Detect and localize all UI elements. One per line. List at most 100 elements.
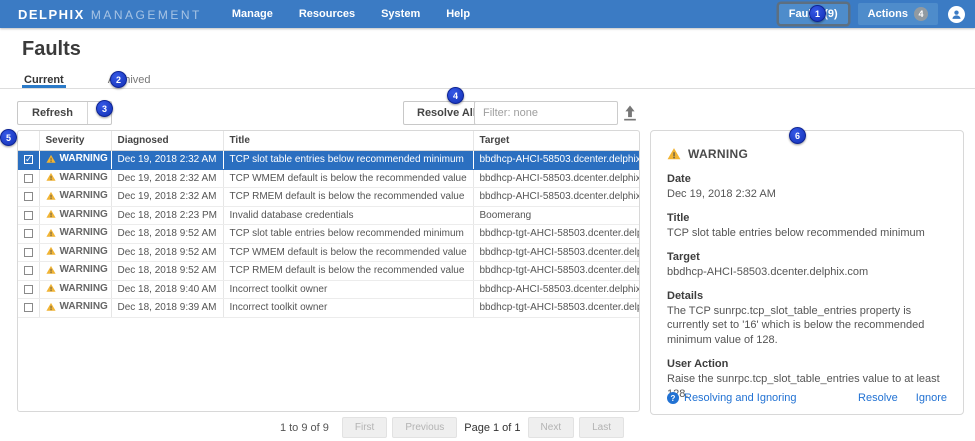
delphix-logo: DELPHIX MANAGEMENT [18,7,202,22]
export-icon[interactable] [620,103,640,123]
actions-count-badge: 4 [914,7,928,21]
diagnosed-cell: Dec 18, 2018 2:23 PM [111,206,223,225]
detail-field: Target bbdhcp-AHCI-58503.dcenter.delphix… [667,251,947,280]
faults-table-header: Severity Diagnosed Title Target [18,131,639,151]
detail-field-value: TCP slot table entries below recommended… [667,226,947,241]
panel-footer: ? Resolving and Ignoring Resolve Ignore [667,392,947,404]
resolving-ignoring-help-link[interactable]: ? Resolving and Ignoring [667,392,797,404]
severity-cell: WARNING [60,246,108,257]
severity-cell: WARNING [60,264,108,275]
row-checkbox[interactable] [24,155,33,164]
pagination-range: 1 to 9 of 9 [280,422,329,434]
callout-badge-5: 5 [0,129,17,146]
diagnosed-cell: Dec 19, 2018 2:32 AM [111,188,223,207]
table-row[interactable]: WARNING Dec 18, 2018 9:52 AM TCP WMEM de… [18,243,639,262]
column-severity[interactable]: Severity [46,135,85,146]
title-cell: TCP RMEM default is below the recommende… [223,262,473,281]
table-row[interactable]: WARNING Dec 18, 2018 9:39 AM Incorrect t… [18,299,639,318]
warning-icon [46,172,56,182]
top-menu: Manage Resources System Help [232,8,470,20]
faults-page: DELPHIX MANAGEMENT Manage Resources Syst… [0,0,975,441]
callout-badge-1: 1 [809,5,826,22]
menu-manage[interactable]: Manage [232,8,273,20]
faults-table: Severity Diagnosed Title Target WARNING … [17,130,640,412]
callout-badge-6: 6 [789,127,806,144]
title-cell: Invalid database credentials [223,206,473,225]
menu-system[interactable]: System [381,8,420,20]
page-title: Faults [22,38,81,61]
callout-badge-3: 3 [96,100,113,117]
fault-severity-label: WARNING [688,147,748,161]
pagination-last-button[interactable]: Last [579,417,624,438]
filter-input[interactable] [474,101,618,125]
tab-current[interactable]: Current [22,74,66,88]
warning-icon [46,283,56,293]
detail-field: Details The TCP sunrpc.tcp_slot_table_en… [667,290,947,349]
actions-button[interactable]: Actions 4 [858,3,938,25]
detail-field-label: User Action [667,358,947,370]
warning-icon [46,209,56,219]
severity-cell: WARNING [60,172,108,183]
diagnosed-cell: Dec 18, 2018 9:52 AM [111,243,223,262]
target-cell: bbdhcp-tgt-AHCI-58503.dcenter.delphix.co… [473,262,639,281]
warning-icon [46,191,56,201]
ignore-link[interactable]: Ignore [916,392,947,404]
actions-button-label: Actions [868,8,908,20]
table-row[interactable]: WARNING Dec 18, 2018 9:52 AM TCP RMEM de… [18,262,639,281]
target-cell: bbdhcp-tgt-AHCI-58503.dcenter.delphix.co… [473,299,639,318]
target-cell: bbdhcp-AHCI-58503.dcenter.delphix.com [473,151,639,170]
pagination-next-button[interactable]: Next [528,417,575,438]
column-diagnosed[interactable]: Diagnosed [118,135,169,146]
brand-primary: DELPHIX [18,7,85,22]
row-checkbox[interactable] [24,192,33,201]
row-checkbox[interactable] [24,211,33,220]
title-cell: TCP WMEM default is below the recommende… [223,243,473,262]
detail-field-value: bbdhcp-AHCI-58503.dcenter.delphix.com [667,265,947,280]
brand-secondary: MANAGEMENT [91,8,202,22]
table-row[interactable]: WARNING Dec 18, 2018 9:40 AM Incorrect t… [18,280,639,299]
target-cell: bbdhcp-AHCI-58503.dcenter.delphix.com [473,280,639,299]
detail-field-value: The TCP sunrpc.tcp_slot_table_entries pr… [667,304,947,349]
row-checkbox[interactable] [24,174,33,183]
detail-fields: Date Dec 19, 2018 2:32 AM Title TCP slot… [667,173,947,402]
pagination-page-indicator: Page 1 of 1 [464,422,520,434]
help-link-label: Resolving and Ignoring [684,392,797,404]
diagnosed-cell: Dec 18, 2018 9:52 AM [111,262,223,281]
fault-detail-header: WARNING [667,147,947,161]
help-icon: ? [667,392,679,404]
warning-icon [46,265,56,275]
user-profile-icon[interactable] [948,6,965,23]
callout-badge-2: 2 [110,71,127,88]
row-checkbox[interactable] [24,285,33,294]
row-checkbox[interactable] [24,266,33,275]
diagnosed-cell: Dec 18, 2018 9:52 AM [111,225,223,244]
table-row[interactable]: WARNING Dec 19, 2018 2:32 AM TCP slot ta… [18,151,639,170]
title-cell: TCP WMEM default is below the recommende… [223,169,473,188]
column-target[interactable]: Target [480,135,510,146]
table-row[interactable]: WARNING Dec 19, 2018 2:32 AM TCP RMEM de… [18,188,639,207]
pagination-previous-button[interactable]: Previous [392,417,457,438]
row-checkbox[interactable] [24,303,33,312]
title-cell: TCP slot table entries below recommended… [223,151,473,170]
severity-cell: WARNING [60,153,108,164]
pagination-first-button[interactable]: First [342,417,387,438]
severity-cell: WARNING [60,283,108,294]
row-checkbox[interactable] [24,229,33,238]
diagnosed-cell: Dec 18, 2018 9:39 AM [111,299,223,318]
title-cell: Incorrect toolkit owner [223,299,473,318]
row-checkbox[interactable] [24,248,33,257]
menu-resources[interactable]: Resources [299,8,355,20]
table-row[interactable]: WARNING Dec 19, 2018 2:32 AM TCP WMEM de… [18,169,639,188]
table-row[interactable]: WARNING Dec 18, 2018 9:52 AM TCP slot ta… [18,225,639,244]
refresh-button[interactable]: Refresh [18,102,87,124]
resolve-link[interactable]: Resolve [858,392,898,404]
header-checkbox-column [18,131,39,151]
detail-field: Title TCP slot table entries below recom… [667,212,947,241]
menu-help[interactable]: Help [446,8,470,20]
detail-field-label: Details [667,290,947,302]
detail-field-label: Target [667,251,947,263]
severity-cell: WARNING [60,209,108,220]
faults-table-body: WARNING Dec 19, 2018 2:32 AM TCP slot ta… [18,151,639,318]
table-row[interactable]: WARNING Dec 18, 2018 2:23 PM Invalid dat… [18,206,639,225]
column-title[interactable]: Title [230,135,250,146]
